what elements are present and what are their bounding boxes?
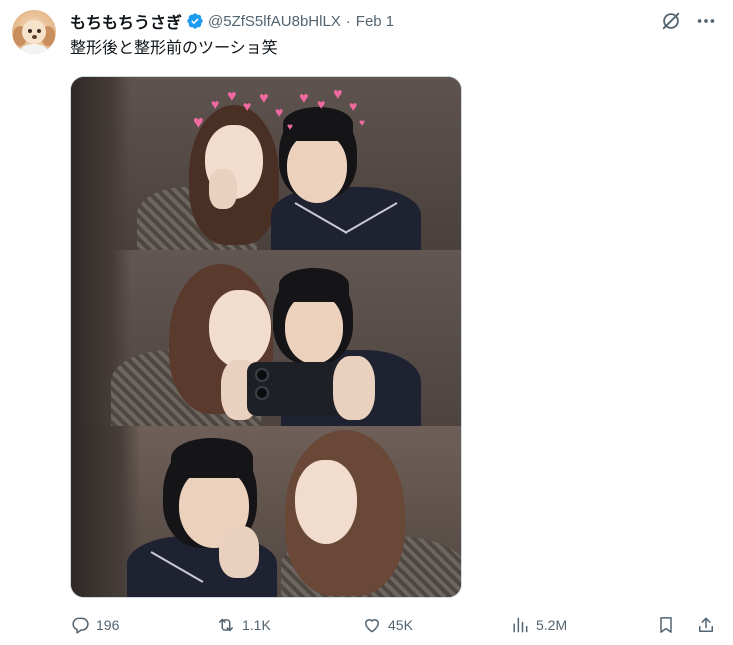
reply-icon (72, 617, 89, 634)
hand (219, 526, 259, 578)
grok-icon[interactable] (660, 10, 682, 32)
avatar-body (20, 44, 48, 54)
person-left-bangs (171, 438, 253, 478)
reply-count: 196 (96, 617, 120, 633)
heart-sticker: ♥ (227, 88, 237, 105)
bookmark-icon (660, 617, 672, 633)
avatar-eye-left (28, 29, 32, 33)
avatar-face (22, 20, 46, 44)
person-right-uniform (271, 187, 421, 250)
avatar-nose (32, 35, 37, 39)
person-right-face (295, 460, 357, 544)
avatar-eye-right (37, 29, 41, 33)
heart-sticker: ♥ (287, 122, 293, 133)
person-right-bangs (283, 107, 353, 141)
photo-panel-3 (71, 426, 461, 597)
avatar[interactable] (12, 10, 56, 54)
heart-sticker: ♥ (349, 98, 358, 114)
phone-camera-lens (255, 368, 269, 382)
like-count: 45K (388, 617, 413, 633)
bookmark-button[interactable] (656, 612, 676, 638)
photo-panel-2 (71, 250, 461, 426)
share-icon (699, 617, 713, 632)
repost-button[interactable]: 1.1K (216, 612, 271, 638)
repost-icon (219, 618, 233, 632)
person-right-face (287, 133, 347, 203)
person-right-bangs (279, 268, 349, 302)
tweet-photo[interactable]: ♥ ♥ ♥ ♥ ♥ ♥ ♥ ♥ ♥ ♥ ♥ ♥ (70, 76, 462, 598)
post-date[interactable]: Feb 1 (356, 13, 394, 30)
phone-camera-lens (255, 386, 269, 400)
heart-sticker: ♥ (259, 90, 269, 107)
repost-count: 1.1K (242, 617, 271, 633)
handle[interactable]: @5ZfS5lfAU8bHlLX (208, 13, 341, 30)
heart-sticker: ♥ (299, 90, 309, 107)
curtain (71, 77, 131, 250)
photo-panel-1: ♥ ♥ ♥ ♥ ♥ ♥ ♥ ♥ ♥ ♥ ♥ ♥ (71, 77, 461, 250)
like-button[interactable]: 45K (362, 612, 413, 638)
views-button[interactable]: 5.2M (510, 612, 567, 638)
verified-badge-icon[interactable] (186, 12, 204, 30)
share-button[interactable] (696, 612, 716, 638)
like-icon (365, 619, 379, 633)
person-left-face (209, 290, 271, 368)
heart-sticker: ♥ (275, 104, 284, 120)
views-icon (513, 617, 528, 633)
heart-sticker: ♥ (243, 98, 252, 114)
person-right-face (285, 294, 343, 364)
heart-sticker: ♥ (211, 96, 220, 112)
separator-dot: · (345, 12, 351, 30)
tweet-header: もちもちうさぎ @5ZfS5lfAU8bHlLX · Feb 1 (70, 9, 394, 33)
views-count: 5.2M (536, 617, 568, 633)
more-icon[interactable] (694, 10, 718, 32)
heart-sticker: ♥ (317, 96, 326, 112)
heart-sticker: ♥ (359, 118, 365, 129)
hand (333, 356, 375, 420)
display-name[interactable]: もちもちうさぎ (70, 9, 182, 33)
reply-button[interactable]: 196 (70, 612, 119, 638)
tweet-text: 整形後と整形前のツーショ笑 (70, 40, 278, 57)
heart-sticker: ♥ (193, 112, 204, 132)
person-left-hand (209, 169, 237, 209)
action-bar: 196 1.1K 45K 5.2M (70, 612, 720, 638)
heart-sticker: ♥ (333, 86, 343, 103)
